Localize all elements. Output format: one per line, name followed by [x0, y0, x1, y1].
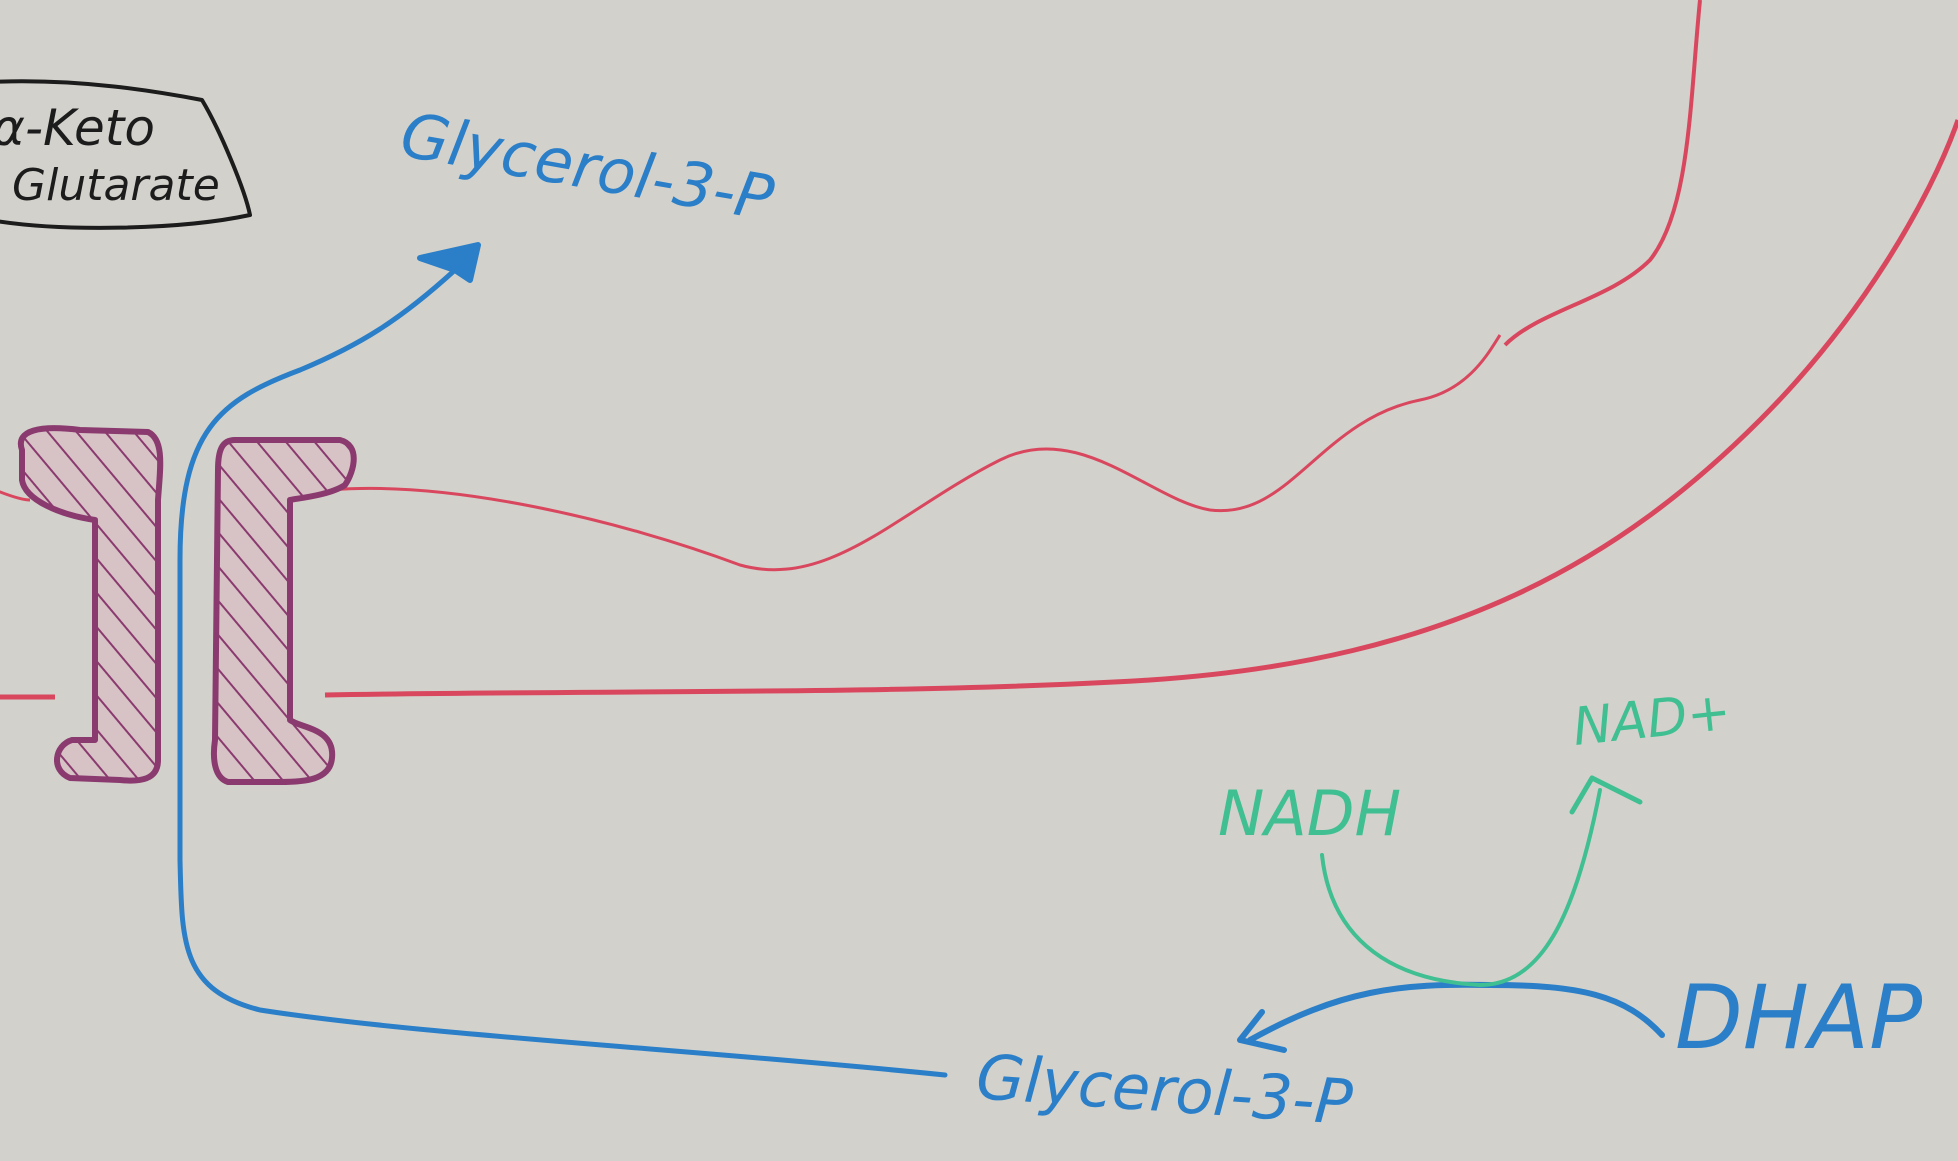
nadh-label: NADH [1218, 777, 1401, 850]
nad-plus-label: NAD+ [1570, 682, 1733, 758]
whiteboard-diagram: α-Keto Glutarate Glycerol-3-P Glycerol-3… [0, 0, 1958, 1139]
glycerol-3-p-top-label: Glycerol-3-P [395, 98, 779, 235]
transporter-left-half [17, 425, 164, 784]
glycerol-3-p-shuttle-path [177, 242, 948, 1078]
inner-membrane [0, 119, 1958, 700]
glycerol-3-p-bottom-label: Glycerol-3-P [974, 1040, 1355, 1139]
dhap-reduction-arrow [1237, 981, 1665, 1053]
arrowhead-up-icon [1569, 775, 1643, 815]
dhap-label: DHAP [1675, 966, 1922, 1069]
alpha-keto-label-line1: α-Keto [0, 99, 155, 157]
alpha-keto-glutarate-box: α-Keto Glutarate [0, 79, 252, 230]
alpha-keto-label-line2: Glutarate [12, 160, 220, 211]
transporter-right-half [210, 437, 357, 785]
